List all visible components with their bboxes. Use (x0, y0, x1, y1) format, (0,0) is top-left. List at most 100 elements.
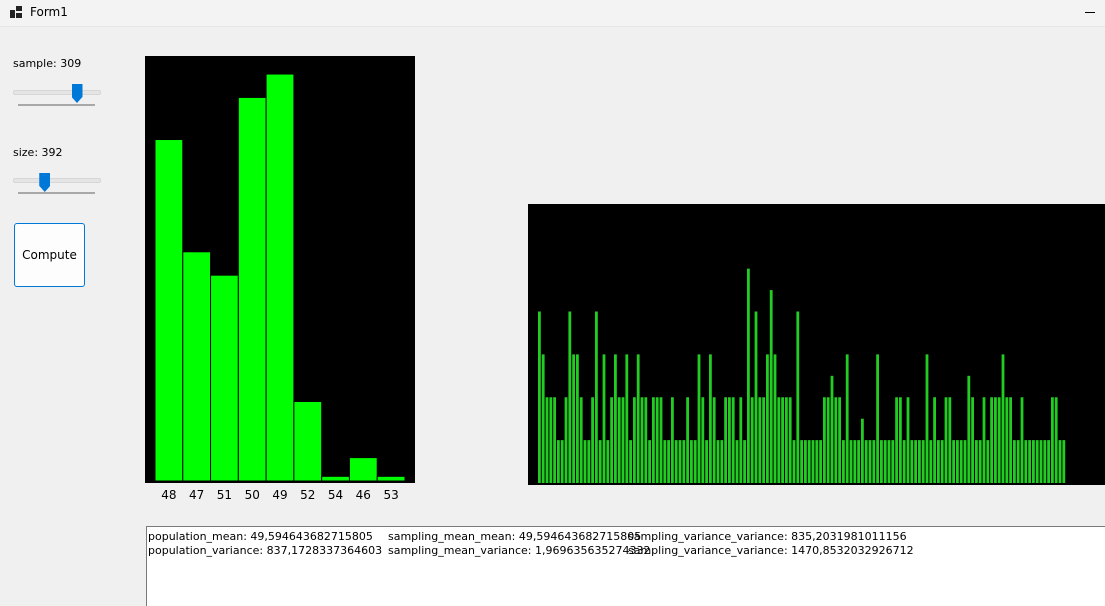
distribution-bar (940, 440, 944, 483)
distribution-bar (644, 397, 648, 483)
distribution-bar (880, 440, 883, 483)
distribution-bar (709, 354, 712, 483)
sample-label: sample: 309 (13, 57, 82, 70)
output-textbox[interactable]: population_mean: 49,594643682715805 popu… (146, 526, 1105, 606)
distribution-bar (971, 397, 974, 483)
distribution-bar (933, 397, 936, 483)
distribution-bar (659, 397, 663, 483)
distribution-bar (762, 397, 765, 483)
output-line: sampling_mean_mean: 49,594643682715805 (388, 530, 642, 543)
distribution-bar (674, 440, 678, 483)
distribution-bar (621, 397, 625, 483)
distribution-bar (842, 440, 845, 483)
size-slider-track (13, 178, 101, 183)
output-line: population_mean: 49,594643682715805 (148, 530, 373, 543)
distribution-bar (956, 440, 959, 483)
distribution-bar (826, 397, 830, 483)
size-slider-ticks (18, 192, 95, 194)
distribution-bar (576, 354, 579, 483)
distribution-bar (921, 440, 925, 483)
sample-slider-thumb[interactable] (71, 84, 83, 103)
distribution-bar (788, 397, 792, 483)
x-tick-label: 48 (161, 488, 177, 502)
distribution-bar (807, 440, 811, 483)
distribution-bar (792, 440, 796, 483)
distribution-bar (640, 397, 644, 483)
distribution-bar (868, 440, 872, 483)
distribution-bar (633, 397, 636, 483)
distribution-bar (823, 397, 826, 483)
distribution-bar (838, 397, 841, 483)
distribution-bar (861, 418, 864, 483)
distribution-bar (553, 397, 556, 483)
compute-button[interactable]: Compute (14, 223, 85, 287)
distribution-bar (785, 397, 788, 483)
x-tick-label: 54 (327, 488, 344, 502)
distribution-bar (564, 397, 568, 483)
distribution-bar (610, 397, 613, 483)
distribution-bar (1005, 397, 1009, 483)
distribution-bar (925, 354, 929, 483)
x-tick-label: 51 (216, 488, 233, 502)
distribution-bar (678, 440, 682, 483)
distribution-bar (625, 354, 629, 483)
distribution-bar (1035, 440, 1039, 483)
distribution-bar (982, 397, 986, 483)
distribution-bar (769, 290, 773, 483)
distribution-bar (1013, 440, 1016, 483)
sample-slider-track (13, 90, 101, 95)
distribution-bar (781, 397, 784, 483)
size-slider-thumb[interactable] (39, 173, 51, 192)
distribution-bar (967, 375, 971, 483)
distribution-bar (598, 440, 602, 483)
minimize-button[interactable] (1075, 0, 1105, 26)
distribution-bar (899, 397, 902, 483)
distribution-bar (773, 354, 777, 483)
histogram-bar (321, 475, 350, 482)
distribution-bar (655, 397, 659, 483)
distribution-bar (693, 440, 697, 483)
distribution-bar (929, 440, 933, 483)
distribution-bar (549, 397, 553, 483)
distribution-bar (830, 375, 834, 483)
distribution-bar (712, 397, 716, 483)
distribution-bar (910, 440, 914, 483)
distribution-bar (617, 397, 621, 483)
distribution-bar (1020, 397, 1024, 483)
distribution-bar (959, 440, 963, 483)
size-label: size: 392 (13, 146, 63, 159)
minimize-icon (1085, 12, 1095, 13)
distribution-bar (682, 440, 686, 483)
distribution-chart (528, 204, 1105, 485)
distribution-bar (572, 354, 575, 483)
distribution-bar (663, 440, 667, 483)
x-tick-label: 47 (189, 488, 205, 502)
x-tick-label: 46 (355, 488, 371, 502)
distribution-bar (857, 440, 860, 483)
distribution-bar (697, 354, 701, 483)
histogram-bar (293, 400, 323, 482)
distribution-bar (735, 440, 739, 483)
distribution-bar (834, 397, 838, 483)
histogram-svg (154, 73, 406, 482)
x-tick-label: 53 (383, 488, 399, 502)
distribution-bar (1016, 440, 1020, 483)
distribution-bar (754, 311, 758, 483)
distribution-bar (997, 397, 1001, 483)
distribution-svg (538, 268, 1066, 483)
distribution-bar (541, 354, 545, 483)
distribution-bar (937, 440, 940, 483)
output-line: population_variance: 837,1728337364603 (148, 544, 383, 557)
distribution-bar (614, 354, 617, 483)
distribution-bar (811, 440, 815, 483)
distribution-bar (1043, 440, 1047, 483)
distribution-bar (872, 440, 876, 483)
distribution-bar (750, 397, 754, 483)
output-line: sampling_mean_variance: 1,96963563527433… (388, 544, 651, 557)
distribution-bar (883, 440, 887, 483)
distribution-bar (766, 354, 769, 483)
distribution-bar (864, 440, 868, 483)
distribution-bar (538, 311, 541, 483)
distribution-bar (800, 440, 803, 483)
distribution-bar (587, 440, 591, 483)
